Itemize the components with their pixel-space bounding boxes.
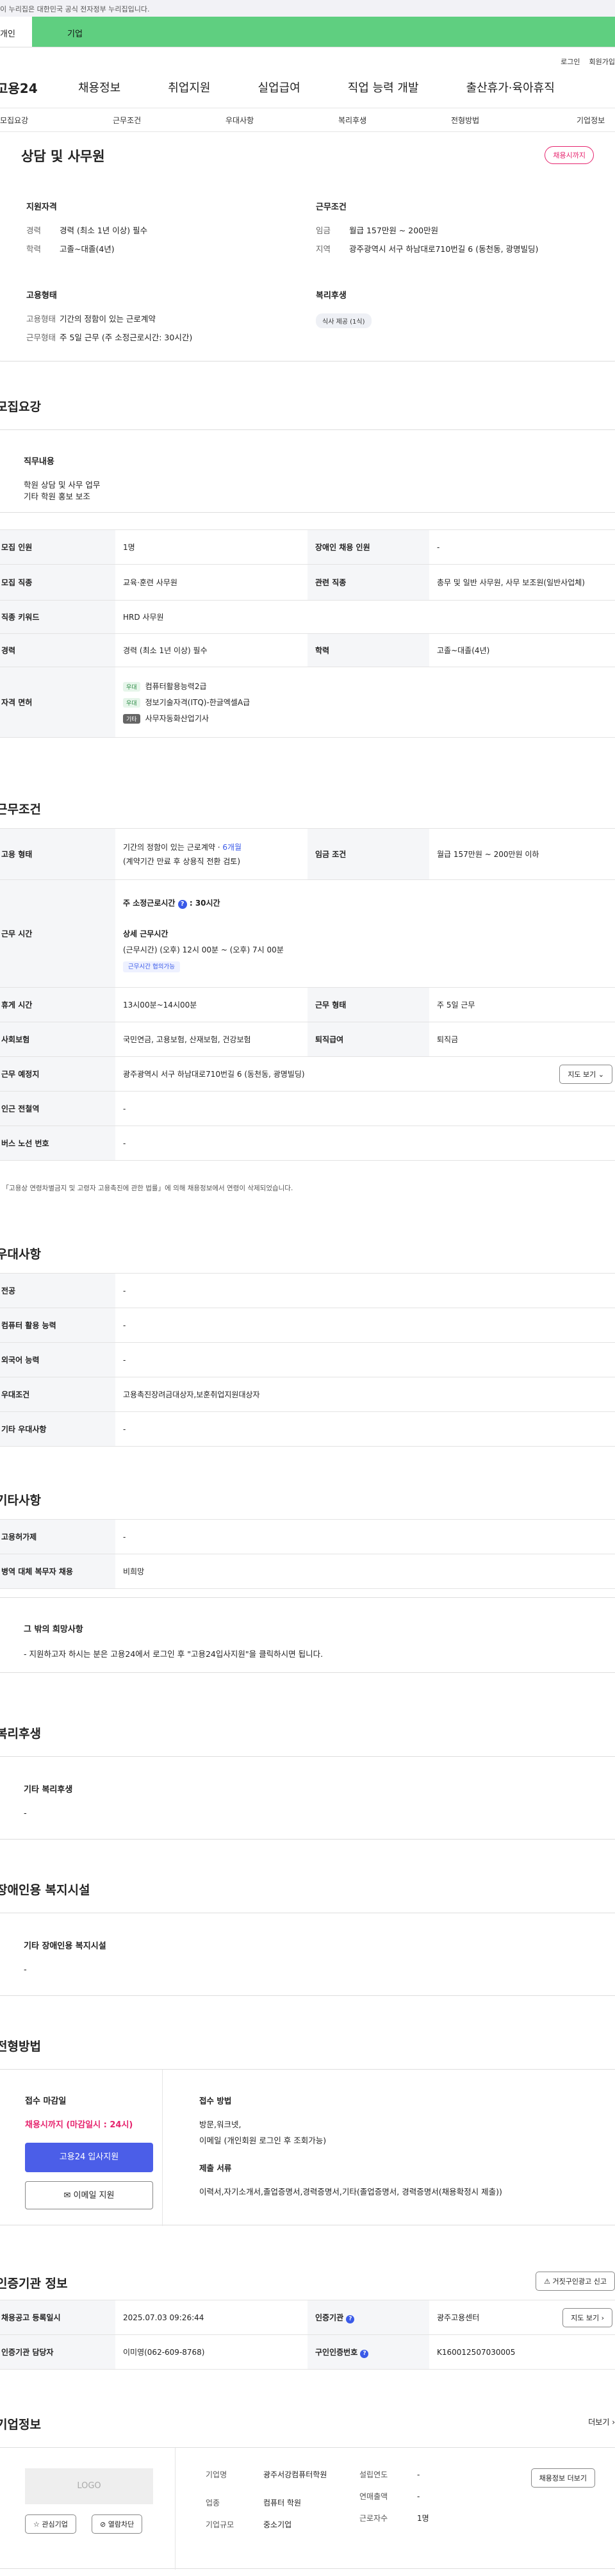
subnav-process[interactable]: 전형방법 <box>451 115 564 126</box>
process-title: 전형방법 <box>0 2040 41 2054</box>
welfare-box: 기타 복리후생 - <box>0 1756 615 1840</box>
block-button[interactable]: ⊘ 열람차단 <box>92 2514 143 2534</box>
help-icon[interactable]: ? <box>346 2314 355 2323</box>
divider <box>162 2070 163 2226</box>
company-jobs-button[interactable]: 채용정보 더보기 <box>530 2468 595 2488</box>
job-desc-title: 직무내용 <box>24 457 54 467</box>
work-table: 고용 형태 기간의 정함이 있는 근로계약 · 6개월 (계약기간 만료 후 상용직… <box>0 828 615 1161</box>
cond-title: 근무조건 <box>316 203 347 212</box>
job-desc-box: 직무내용 학원 상담 및 사무 업무 기타 학원 홍보 보조 <box>0 429 615 513</box>
qual-title: 지원자격 <box>26 203 57 212</box>
star-icon: ☆ <box>33 2520 40 2529</box>
process-box: 접수 마감일 채용시까지 (마감일시 : 24시) 고용24 입사지원 ✉ 이메… <box>0 2069 615 2226</box>
subnav-welfare[interactable]: 복리후생 <box>338 115 451 126</box>
job-line: 학원 상담 및 사무 업무 <box>24 480 101 490</box>
signup-link[interactable]: 회원가입 <box>589 58 615 66</box>
license-item: 우대 컴퓨터활용능력2급 <box>123 681 614 692</box>
help-icon[interactable]: ? <box>360 2349 369 2358</box>
company-more-link[interactable]: 더보기 › <box>588 2416 615 2427</box>
gnb-unemployment[interactable]: 실업급여 <box>258 79 300 96</box>
page-title: 상담 및 사무원 <box>21 149 105 164</box>
auth-title: 인증기관 정보 <box>0 2277 68 2291</box>
subnav-pref[interactable]: 우대사항 <box>226 115 338 126</box>
work-title: 근무조건 <box>0 802 41 817</box>
pref-table: 전공 - 컴퓨터 활용 능력 - 외국어 능력 - 우대조건 고용촉진장려금대상자,보훈… <box>0 1273 615 1447</box>
subnav-recruit[interactable]: 모집요강 <box>0 115 113 126</box>
mail-icon: ✉ <box>63 2191 71 2200</box>
wish-box: 그 밖의 희망사항 - 지원하고자 하시는 분은 고용24에서 로그인 후 "고… <box>0 1597 615 1673</box>
company-logo: LOGO <box>25 2468 153 2504</box>
gnb-leave[interactable]: 출산휴가·육아휴직 <box>466 79 555 96</box>
qual-block: 지원자격 경력 경력 (최소 1년 이상) 필수 학력 고졸~대졸(4년) <box>26 200 283 262</box>
auth-table: 채용공고 등록일시 2025.07.03 09:26:44 인증기관 ? 광주고용센터… <box>0 2300 615 2370</box>
help-icon[interactable]: ? <box>177 899 187 909</box>
report-button[interactable]: ⚠ 거짓구인광고 신고 <box>536 2272 615 2291</box>
company-box: LOGO ☆ 관심기업 ⊘ 열람차단 기업명 광주서강컴퓨터학원 업종 컴퓨터 학원… <box>0 2447 615 2570</box>
tab-personal[interactable]: 개인 <box>0 17 32 47</box>
chevron-right-icon: › <box>612 2418 615 2427</box>
gnb-jobs[interactable]: 채용정보 <box>78 79 120 96</box>
email-apply-button[interactable]: ✉ 이메일 지원 <box>25 2181 153 2209</box>
company-title: 기업정보 <box>0 2418 41 2432</box>
deadline-badge: 채용시까지 <box>545 146 594 164</box>
job-line: 기타 학원 홍보 보조 <box>24 492 90 501</box>
subnav-company[interactable]: 기업정보 <box>577 115 605 126</box>
chevron-down-icon: ⌄ <box>598 1070 604 1079</box>
gnb-training[interactable]: 직업 능력 개발 <box>348 79 419 96</box>
global-nav: 고용24 채용정보 취업지원 실업급여 직업 능력 개발 출산휴가·육아휴직 <box>0 67 615 108</box>
site-logo[interactable]: 고용24 <box>0 78 78 97</box>
divider <box>175 2448 176 2570</box>
apply-button[interactable]: 고용24 입사지원 <box>25 2143 153 2172</box>
job-summary: 상담 및 사무원 채용시까지 지원자격 경력 경력 (최소 1년 이상) 필수 학… <box>0 142 615 361</box>
cond-block: 근무조건 임금 월급 157만원 ~ 200만원 지역 광주광역시 서구 하남대로7… <box>316 200 598 262</box>
recruit-table: 모집 인원 1명 장애인 채용 인원 - 모집 직종 교육·훈련 사무원 관련 직종 총무 … <box>0 529 615 738</box>
hours-tag: 근무시간 협의가능 <box>123 961 180 972</box>
map-button[interactable]: 지도 보기 ⌄ <box>559 1065 612 1084</box>
age-note: • 「고용상 연령차별금지 및 고령자 고용촉진에 관한 법률」에 의해 채용정… <box>0 1184 293 1192</box>
license-item: 기타 사무자동화산업기사 <box>123 713 614 724</box>
util-menu: 로그인 회원가입 <box>0 47 615 67</box>
chevron-right-icon: › <box>601 2314 604 2322</box>
etc-title: 기타사항 <box>0 1493 41 1508</box>
gnb-support[interactable]: 취업지원 <box>168 79 210 96</box>
fav-company-button[interactable]: ☆ 관심기업 <box>25 2514 76 2534</box>
emp-title: 고용형태 <box>26 291 57 301</box>
welfare-block: 복리후생 식사 제공 (1식) <box>316 288 372 328</box>
recruit-title: 모집요강 <box>0 400 41 414</box>
auth-map-button[interactable]: 지도 보기 › <box>562 2308 612 2327</box>
welfare-tag: 식사 제공 (1식) <box>316 313 372 328</box>
block-icon: ⊘ <box>100 2520 106 2529</box>
gov-banner: 이 누리집은 대한민국 공식 전자정부 누리집입니다. <box>0 0 615 17</box>
tab-company[interactable]: 기업 <box>32 17 615 47</box>
alert-icon: ⚠ <box>544 2277 551 2286</box>
disabled-box: 기타 장애인용 복지시설 - <box>0 1913 615 1996</box>
login-link[interactable]: 로그인 <box>561 58 580 66</box>
section-nav: 모집요강 근무조건 우대사항 복리후생 전형방법 기업정보 <box>0 108 615 132</box>
subnav-work[interactable]: 근무조건 <box>113 115 226 126</box>
welfare-section-title: 복리후생 <box>0 1727 41 1741</box>
welfare-title: 복리후생 <box>316 291 347 301</box>
etc-table: 고용허가제 - 병역 대체 복무자 채용 비희망 <box>0 1519 615 1589</box>
pref-title: 우대사항 <box>0 1247 41 1261</box>
top-tabs: 개인 기업 <box>0 17 615 47</box>
emp-block: 고용형태 고용형태 기간의 정함이 있는 근로계약 근무형태 주 5일 근무 (주 … <box>26 288 283 351</box>
disabled-title: 장애인용 복지시설 <box>0 1883 90 1897</box>
license-item: 우대 정보기술자격(ITQ)-한글엑셀A급 <box>123 697 614 708</box>
